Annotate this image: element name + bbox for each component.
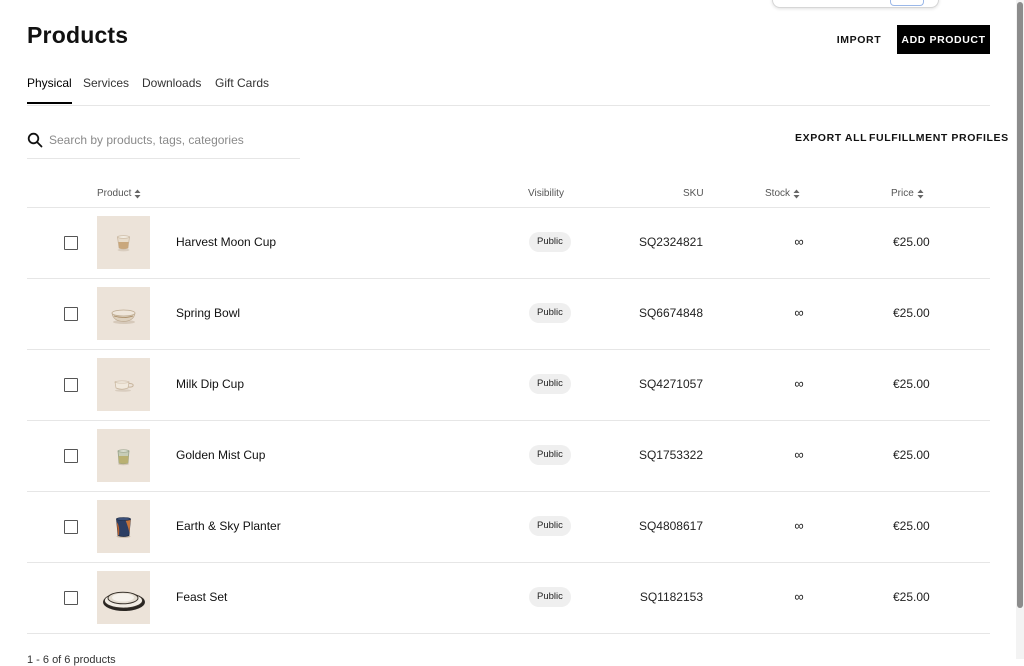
visibility-badge: Public [529, 516, 571, 536]
pagination-label: 1 - 6 of 6 products [27, 654, 116, 666]
column-header-product[interactable]: Product [97, 188, 141, 199]
product-name[interactable]: Golden Mist Cup [176, 448, 265, 462]
product-name[interactable]: Spring Bowl [176, 306, 240, 320]
product-sku: SQ2324821 [638, 235, 703, 249]
visibility-badge: Public [529, 303, 571, 323]
search-icon [27, 132, 43, 148]
product-stock: ∞ [794, 589, 804, 604]
product-name[interactable]: Milk Dip Cup [176, 377, 244, 391]
scrollbar[interactable] [1016, 0, 1024, 659]
export-all-button[interactable]: EXPORT ALL [795, 132, 867, 144]
product-thumbnail[interactable] [97, 571, 150, 624]
tab-physical[interactable]: Physical [27, 76, 72, 104]
add-product-button[interactable]: ADD PRODUCT [897, 25, 990, 54]
product-price: €25.00 [893, 377, 930, 391]
column-header-stock[interactable]: Stock [765, 188, 800, 199]
product-price: €25.00 [893, 448, 930, 462]
product-sku: SQ1753322 [638, 448, 703, 462]
plates-icon [103, 591, 145, 611]
import-button[interactable]: IMPORT [826, 26, 892, 54]
search-bar [27, 124, 300, 159]
table-row[interactable]: Harvest Moon Cup Public SQ2324821 ∞ €25.… [27, 207, 990, 279]
product-sku: SQ1182153 [639, 590, 703, 604]
row-checkbox[interactable] [64, 520, 78, 534]
product-sku: SQ4808617 [638, 519, 703, 533]
table-row[interactable]: Milk Dip Cup Public SQ4271057 ∞ €25.00 [27, 349, 990, 421]
tumbler-icon [117, 449, 130, 466]
product-name[interactable]: Feast Set [176, 590, 227, 604]
table-row[interactable]: Spring Bowl Public SQ6674848 ∞ €25.00 [27, 278, 990, 350]
tab-services[interactable]: Services [83, 76, 129, 104]
product-price: €25.00 [893, 306, 930, 320]
column-header-sku: SKU [683, 188, 704, 199]
bowl-icon [111, 309, 136, 324]
product-stock: ∞ [794, 447, 804, 462]
column-label-product: Product [97, 188, 132, 199]
product-thumbnail[interactable] [97, 287, 150, 340]
column-header-price[interactable]: Price [891, 188, 924, 199]
visibility-badge: Public [529, 587, 571, 607]
sort-icon [917, 189, 924, 198]
cup-icon [117, 235, 130, 252]
product-stock: ∞ [794, 305, 804, 320]
product-stock: ∞ [794, 234, 804, 249]
product-price: €25.00 [893, 519, 930, 533]
tab-bar: Physical Services Downloads Gift Cards [27, 68, 990, 106]
sort-icon [134, 189, 141, 198]
fulfillment-profiles-button[interactable]: FULFILLMENT PROFILES [869, 132, 1009, 144]
tab-downloads[interactable]: Downloads [142, 76, 201, 104]
row-checkbox[interactable] [64, 449, 78, 463]
page-title: Products [27, 22, 129, 48]
visibility-badge: Public [529, 232, 571, 252]
row-checkbox[interactable] [64, 307, 78, 321]
sort-icon [793, 189, 800, 198]
product-thumbnail[interactable] [97, 358, 150, 411]
planter-icon [116, 517, 131, 538]
scrollbar-thumb[interactable] [1017, 2, 1023, 608]
tab-gift-cards[interactable]: Gift Cards [215, 76, 269, 104]
table-row[interactable]: Golden Mist Cup Public SQ1753322 ∞ €25.0… [27, 420, 990, 492]
product-price: €25.00 [893, 235, 930, 249]
product-name[interactable]: Harvest Moon Cup [176, 235, 276, 249]
column-label-price: Price [891, 188, 914, 199]
product-name[interactable]: Earth & Sky Planter [176, 519, 281, 533]
product-thumbnail[interactable] [97, 500, 150, 553]
table-row[interactable]: Feast Set Public SQ1182153 ∞ €25.00 [27, 562, 990, 634]
visibility-badge: Public [529, 374, 571, 394]
product-sku: SQ4271057 [638, 377, 703, 391]
column-label-stock: Stock [765, 188, 791, 199]
visibility-badge: Public [529, 445, 571, 465]
product-stock: ∞ [794, 518, 804, 533]
product-thumbnail[interactable] [97, 429, 150, 482]
popover-toggle [890, 0, 924, 6]
product-price: €25.00 [893, 590, 930, 604]
row-checkbox[interactable] [64, 378, 78, 392]
table-row[interactable]: Earth & Sky Planter Public SQ4808617 ∞ €… [27, 491, 990, 563]
row-checkbox[interactable] [64, 236, 78, 250]
product-stock: ∞ [794, 376, 804, 391]
row-checkbox[interactable] [64, 591, 78, 605]
column-label-sku: SKU [683, 188, 704, 199]
search-input[interactable] [49, 130, 297, 150]
column-label-visibility: Visibility [528, 188, 564, 199]
product-sku: SQ6674848 [638, 306, 703, 320]
column-header-visibility: Visibility [528, 188, 564, 199]
product-thumbnail[interactable] [97, 216, 150, 269]
top-popover [772, 0, 939, 8]
handle-cup-icon [114, 380, 134, 392]
